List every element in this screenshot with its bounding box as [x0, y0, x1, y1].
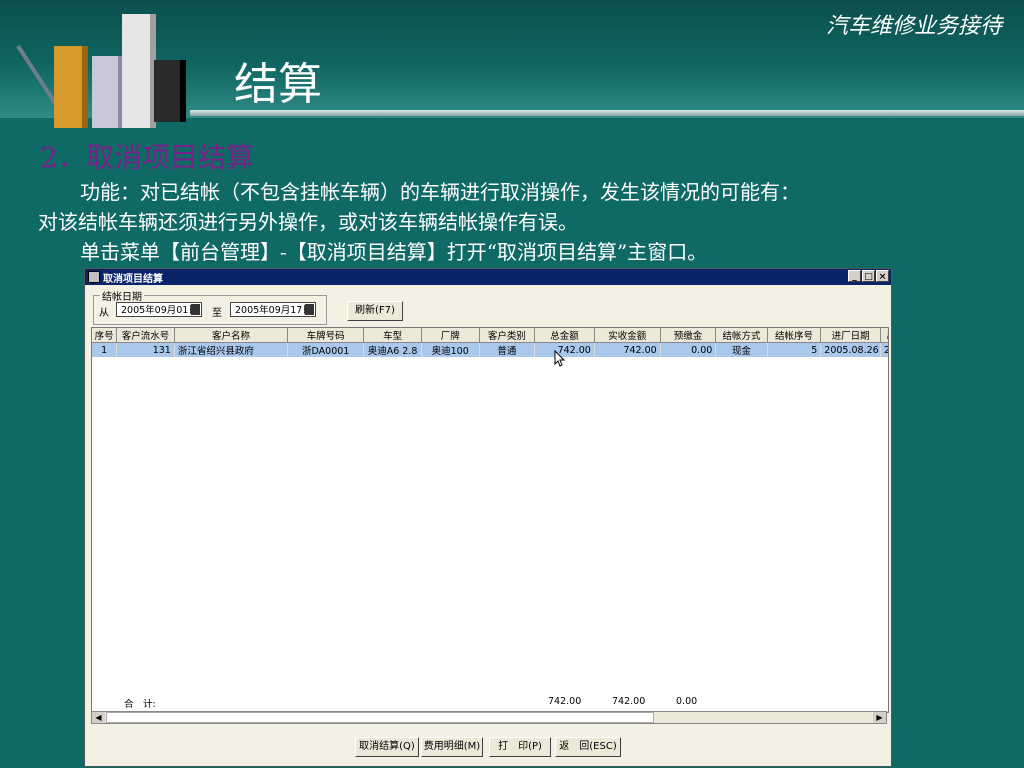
column-header[interactable]: 客户名称	[174, 328, 289, 343]
subject-title: 汽车维修业务接待	[825, 14, 1002, 39]
scroll-left-icon[interactable]: ◀	[92, 712, 105, 723]
cancel-settlement-button[interactable]: 取消结算(Q)	[355, 737, 419, 757]
column-header[interactable]: 总金额	[534, 328, 595, 343]
total-label: 合 计:	[124, 699, 156, 710]
table-cell: 现金	[715, 342, 768, 357]
total-received: 742.00	[612, 696, 646, 707]
table-cell: 奥迪100	[421, 342, 480, 357]
description-line-1: 功能：对已结帐（不包含挂帐车辆）的车辆进行取消操作，发生该情况的可能有：	[80, 180, 800, 204]
column-header[interactable]: 结帐序号	[767, 328, 822, 343]
total-prepaid: 0.00	[676, 696, 698, 707]
horizontal-scrollbar[interactable]: ◀ ▶	[91, 711, 887, 724]
column-header[interactable]: 结帐方式	[715, 328, 768, 343]
column-header[interactable]: 厂牌	[421, 328, 480, 343]
column-header[interactable]: 客户流水号	[116, 328, 175, 343]
total-amount: 742.00	[548, 696, 582, 707]
table-row[interactable]: 1 131 浙江省绍兴县政府 浙DA0001 奥迪A6 2.8 奥迪100 普通 742.00…	[92, 342, 888, 357]
column-header[interactable]: 出厂	[880, 328, 888, 343]
table-cell: 5	[767, 342, 822, 357]
calendar-spin-icon[interactable]	[191, 304, 200, 315]
close-button[interactable]: ×	[876, 270, 889, 282]
table-cell: 2005.	[880, 342, 888, 357]
column-header[interactable]: 进厂日期	[820, 328, 881, 343]
settlement-date-group: 结帐日期 从 2005年09月01日 至 2005年09月17日	[93, 288, 327, 325]
mouse-pointer-icon	[554, 350, 566, 367]
table-cell: 742.00	[594, 342, 661, 357]
expense-detail-button[interactable]: 费用明细(M)	[421, 737, 483, 757]
table-cell: 131	[116, 342, 175, 357]
column-header[interactable]: 实收金额	[594, 328, 661, 343]
cancel-settlement-window: 取消项目结算 _ □ × 结帐日期 从 2005年09月01日 至 2005年0…	[84, 268, 892, 767]
table-cell: 1	[92, 342, 118, 357]
table-cell: 浙DA0001	[287, 342, 365, 357]
from-label: 从	[99, 308, 109, 319]
table-cell: 2005.08.26	[820, 342, 881, 357]
settlement-date-label: 结帐日期	[100, 288, 144, 303]
back-button[interactable]: 返 回(ESC)	[555, 737, 621, 757]
column-header[interactable]: 车牌号码	[287, 328, 365, 343]
column-header[interactable]: 序号	[92, 328, 118, 343]
refresh-button[interactable]: 刷新(F7)	[347, 301, 403, 321]
app-icon	[88, 271, 100, 283]
table-cell: 浙江省绍兴县政府	[174, 342, 289, 357]
window-title-bar[interactable]: 取消项目结算 _ □ ×	[85, 269, 891, 285]
window-title: 取消项目结算	[103, 273, 163, 285]
slide-title: 结算	[234, 59, 322, 110]
column-header[interactable]: 车型	[363, 328, 422, 343]
maximize-button[interactable]: □	[862, 270, 875, 282]
column-header[interactable]: 客户类别	[479, 328, 536, 343]
calendar-spin-icon[interactable]	[305, 304, 314, 315]
scroll-thumb[interactable]	[106, 712, 654, 723]
settlement-table: 序号 客户流水号 客户名称 车牌号码 车型 厂牌 客户类别 总金额 实收金额 预缴金 结帐方式 结帐序…	[91, 327, 889, 713]
description-line-2: 对该结帐车辆还须进行另外操作，或对该车辆结帐操作有误。	[38, 210, 578, 234]
description-line-3: 单击菜单【前台管理】-【取消项目结算】打开“取消项目结算”主窗口。	[80, 240, 708, 264]
bar-chart-logo-icon	[16, 14, 186, 128]
scroll-right-icon[interactable]: ▶	[873, 712, 886, 723]
section-heading: 2．取消项目结算	[40, 141, 254, 174]
minimize-button[interactable]: _	[848, 270, 861, 282]
table-cell: 普通	[479, 342, 536, 357]
print-button[interactable]: 打 印(P)	[489, 737, 551, 757]
table-header: 序号 客户流水号 客户名称 车牌号码 车型 厂牌 客户类别 总金额 实收金额 预缴金 结帐方式 结帐序…	[92, 328, 888, 343]
table-cell: 0.00	[660, 342, 717, 357]
date-from-value: 2005年09月01日	[121, 305, 198, 316]
to-label: 至	[212, 308, 222, 319]
date-to-picker[interactable]: 2005年09月17日	[230, 302, 316, 317]
date-from-picker[interactable]: 2005年09月01日	[116, 302, 202, 317]
table-cell: 奥迪A6 2.8	[363, 342, 422, 357]
column-header[interactable]: 预缴金	[660, 328, 717, 343]
date-to-value: 2005年09月17日	[235, 305, 312, 316]
